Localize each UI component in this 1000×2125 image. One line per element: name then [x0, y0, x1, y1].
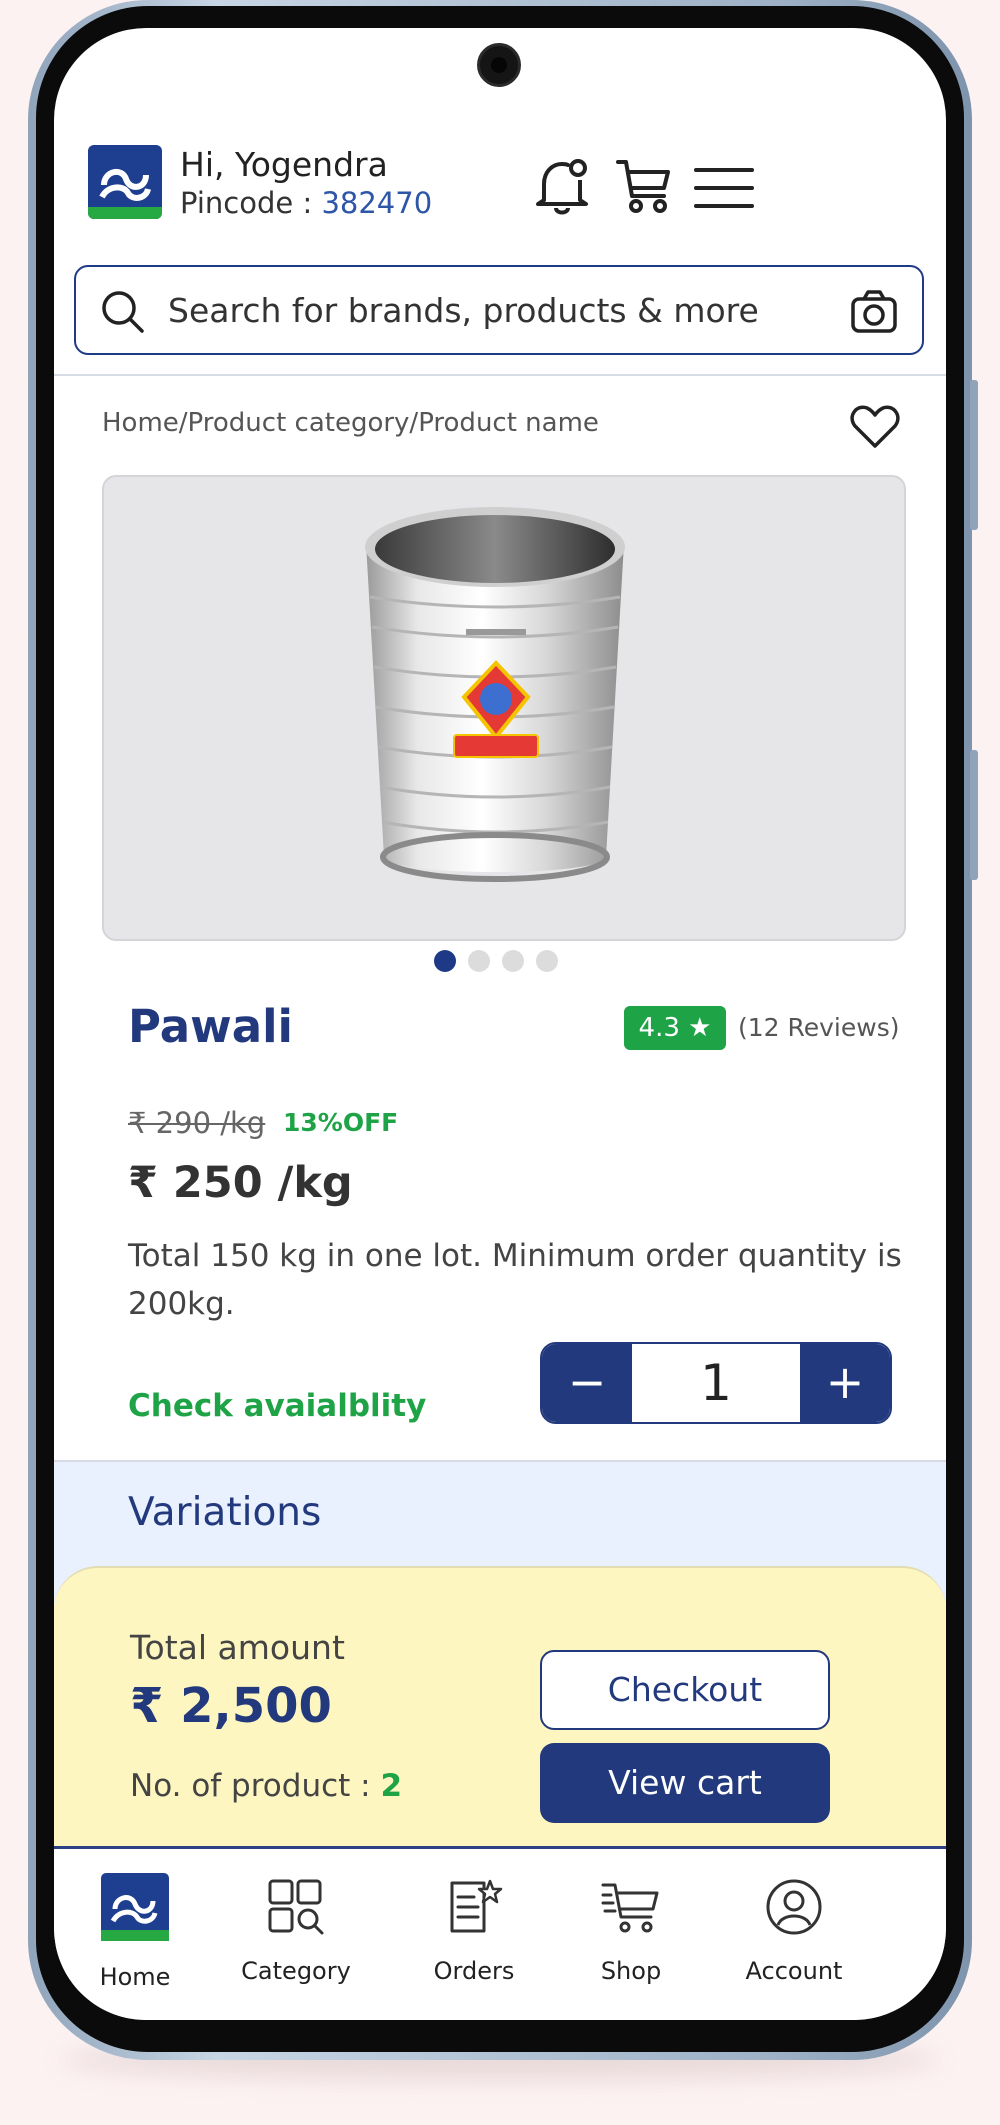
front-camera [477, 43, 521, 87]
carousel-dot-2[interactable] [468, 950, 490, 972]
product-count-value: 2 [380, 1768, 403, 1804]
product-image[interactable] [102, 475, 906, 941]
check-availability-link[interactable]: Check avaialblity [128, 1388, 426, 1424]
header-divider [54, 374, 946, 376]
cart-summary-panel: Total amount ₹ 2,500 No. of product : 2 … [54, 1566, 946, 1858]
notification-bell-icon[interactable] [534, 156, 590, 216]
logo-band [88, 207, 162, 219]
view-cart-button[interactable]: View cart [540, 1743, 830, 1823]
carousel-dot-4[interactable] [536, 950, 558, 972]
steel-container-image [365, 507, 625, 882]
checkout-button[interactable]: Checkout [540, 1650, 830, 1730]
variations-title: Variations [128, 1490, 322, 1535]
nav-home[interactable]: Home [60, 1849, 210, 2009]
quantity-stepper: − 1 + [540, 1342, 892, 1424]
nav-home-label: Home [99, 1963, 171, 1991]
carousel-dot-3[interactable] [502, 950, 524, 972]
bottom-nav: Home Category Orders Shop Account [54, 1846, 946, 2020]
search-icon [102, 291, 144, 333]
nav-orders[interactable]: Orders [399, 1849, 549, 2009]
pincode-label: Pincode : [180, 186, 313, 220]
orders-list-icon [450, 1879, 503, 1933]
nav-account-label: Account [745, 1957, 843, 1985]
greeting-text: Hi, Yogendra [180, 145, 388, 184]
pincode-line[interactable]: Pincode : 382470 [180, 186, 432, 220]
decrement-button[interactable]: − [542, 1344, 632, 1422]
current-price: ₹ 250 /kg [128, 1158, 353, 1208]
reviews-link[interactable]: (12 Reviews) [738, 1013, 900, 1042]
quantity-value[interactable]: 1 [632, 1344, 800, 1422]
screen: Hi, Yogendra Pincode : 382470 Search for… [54, 28, 946, 2020]
power-button [970, 750, 978, 880]
category-grid-search-icon [268, 1879, 324, 1935]
increment-button[interactable]: + [800, 1344, 890, 1422]
menu-icon[interactable] [694, 166, 754, 210]
home-logo-icon [101, 1873, 169, 1941]
search-input[interactable]: Search for brands, products & more [168, 291, 759, 330]
camera-icon[interactable] [850, 289, 898, 335]
nav-shop-label: Shop [600, 1957, 662, 1985]
nav-category[interactable]: Category [221, 1849, 371, 2009]
discount-label: 13%OFF [283, 1108, 399, 1137]
shop-cart-icon [601, 1883, 659, 1933]
pincode-value[interactable]: 382470 [321, 186, 432, 220]
product-name: Pawali [128, 1000, 293, 1053]
nav-account[interactable]: Account [719, 1849, 869, 2009]
breadcrumb[interactable]: Home/Product category/Product name [102, 408, 599, 438]
rating-badge: 4.3 ★ [624, 1006, 726, 1050]
original-price: ₹ 290 /kg [128, 1106, 266, 1140]
carousel-dot-1[interactable] [434, 950, 456, 972]
cart-icon[interactable] [614, 156, 674, 216]
account-user-icon [766, 1879, 822, 1935]
total-amount-value: ₹ 2,500 [130, 1678, 332, 1734]
volume-button [970, 380, 978, 530]
search-bar[interactable]: Search for brands, products & more [74, 265, 924, 355]
carousel-dots [434, 950, 558, 972]
product-count-label: No. of product : [130, 1768, 371, 1804]
product-description: Total 150 kg in one lot. Minimum order q… [128, 1238, 902, 1322]
nav-orders-label: Orders [433, 1957, 515, 1985]
nav-shop[interactable]: Shop [556, 1849, 706, 2009]
wishlist-heart-icon[interactable] [849, 404, 901, 450]
nav-category-label: Category [241, 1957, 351, 1985]
product-count: No. of product : 2 [130, 1768, 402, 1804]
total-amount-label: Total amount [130, 1628, 345, 1667]
brand-logo-icon[interactable] [88, 145, 162, 219]
